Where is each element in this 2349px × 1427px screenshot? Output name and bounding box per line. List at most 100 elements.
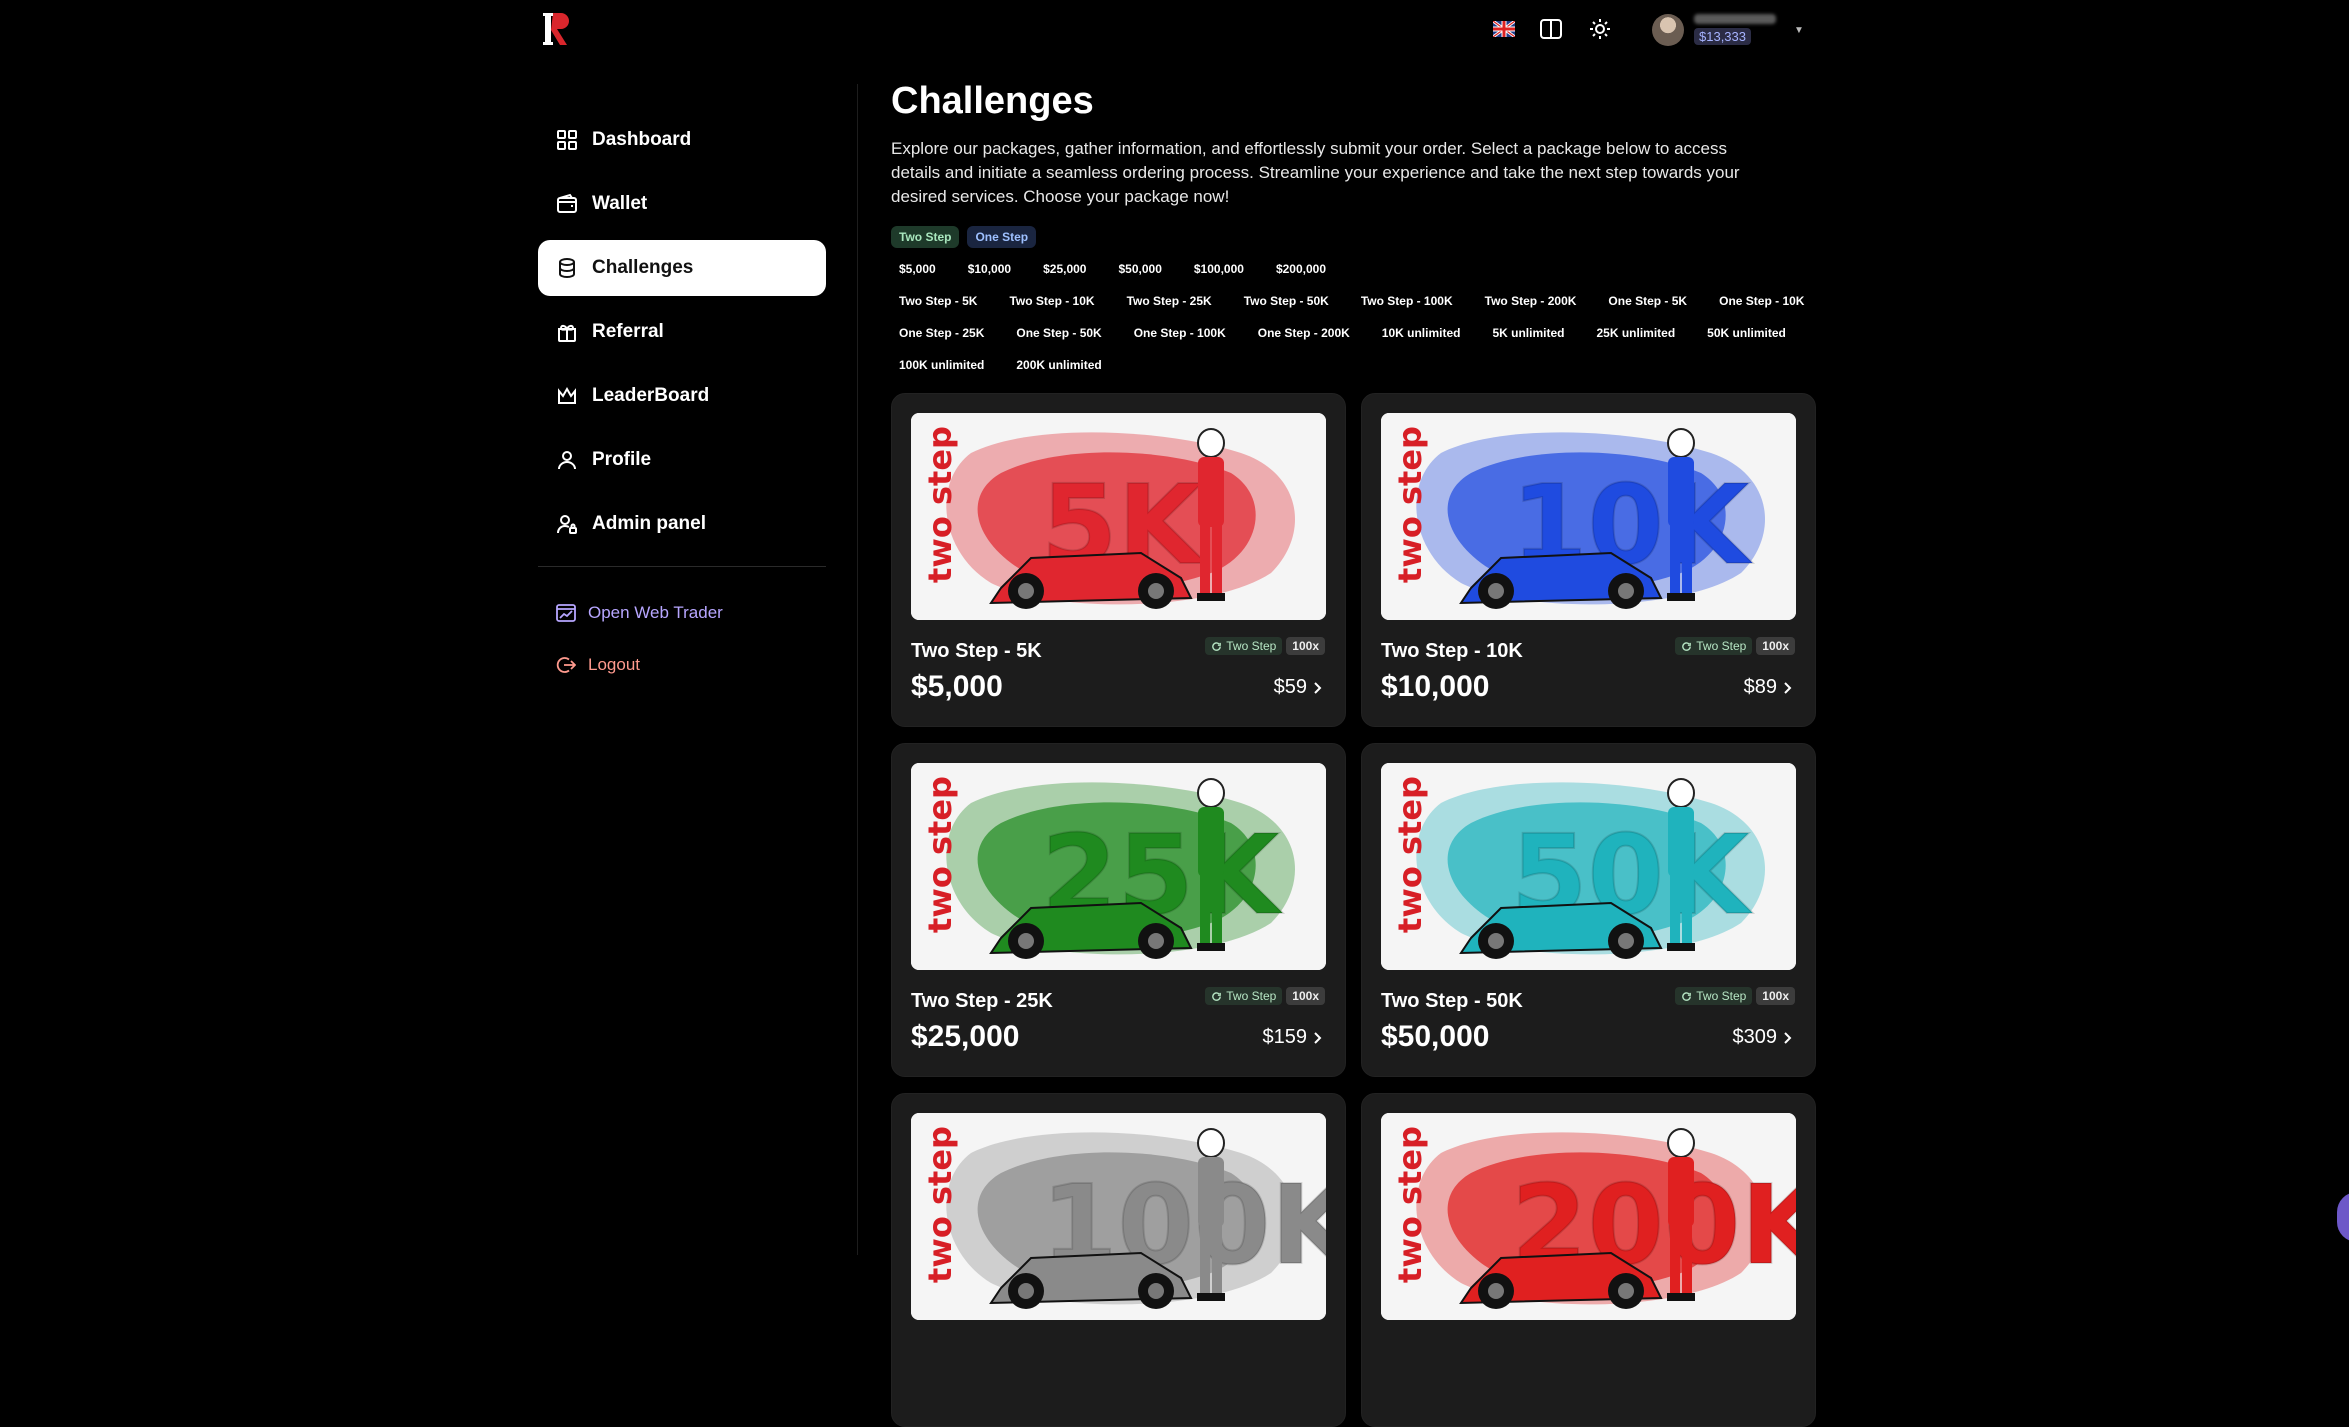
challenge-type-label: Two Step	[1226, 989, 1277, 1003]
chart-window-icon	[556, 604, 576, 622]
sidebar-item-dashboard[interactable]: Dashboard	[538, 112, 826, 168]
challenge-price[interactable]: $59	[1274, 676, 1323, 699]
challenge-badges: Two Step 100x	[1675, 987, 1795, 1005]
filter-chip[interactable]: 100K unlimited	[891, 354, 992, 376]
challenge-type-badge: Two Step	[1675, 987, 1753, 1005]
sidebar-item-challenges[interactable]: Challenges	[538, 240, 826, 296]
sidebar-item-leaderboard[interactable]: LeaderBoard	[538, 368, 826, 424]
refresh-icon	[1212, 991, 1222, 1001]
challenge-card[interactable]: 50K two step Two Step - 50K $50,000 Two …	[1361, 743, 1816, 1077]
challenge-price[interactable]: $309	[1733, 1026, 1794, 1049]
sidebar-toggle-icon[interactable]	[1538, 16, 1564, 42]
art-label-text: two step	[1391, 1126, 1429, 1283]
challenge-card[interactable]: 10K two step Two Step - 10K $10,000 Two …	[1361, 393, 1816, 727]
filter-chip[interactable]: 50K unlimited	[1699, 322, 1794, 344]
chevron-right-icon	[1784, 1031, 1792, 1044]
filter-chip[interactable]: One Step - 200K	[1250, 322, 1358, 344]
page-description: Explore our packages, gather information…	[891, 139, 1740, 206]
challenge-card-image: 50K two step	[1381, 763, 1796, 970]
package-filter-row-1: Two Step - 5K Two Step - 10K Two Step - …	[891, 290, 1812, 312]
challenge-amount: $10,000	[1381, 670, 1490, 703]
sun-icon[interactable]	[1587, 16, 1613, 42]
filter-two-step[interactable]: Two Step	[891, 226, 960, 248]
filter-one-step[interactable]: One Step	[967, 226, 1037, 248]
sidebar-item-label: Referral	[592, 321, 664, 342]
filter-chip[interactable]: One Step - 50K	[1008, 322, 1109, 344]
filter-chip[interactable]: 5K unlimited	[1484, 322, 1572, 344]
filter-chip[interactable]: Two Step - 10K	[1001, 290, 1102, 312]
sidebar: Dashboard Wallet Challenges Referral Lea…	[538, 112, 826, 691]
avatar	[1652, 14, 1684, 46]
filter-chip[interactable]: Two Step - 25K	[1119, 290, 1220, 312]
challenge-price[interactable]: $89	[1744, 676, 1793, 699]
sidebar-item-wallet[interactable]: Wallet	[538, 176, 826, 232]
refresh-icon	[1682, 641, 1692, 651]
sidebar-item-referral[interactable]: Referral	[538, 304, 826, 360]
logout-link[interactable]: Logout	[538, 639, 826, 691]
challenge-price[interactable]: $159	[1263, 1026, 1324, 1049]
challenge-price-value: $89	[1743, 676, 1777, 698]
sidebar-item-label: Profile	[592, 449, 652, 470]
challenge-type-label: Two Step	[1226, 639, 1277, 653]
uk-flag-icon[interactable]	[1491, 16, 1517, 42]
crown-icon	[558, 386, 576, 404]
challenge-card[interactable]: 200K two step	[1361, 1093, 1816, 1427]
sidebar-item-label: Admin panel	[592, 513, 707, 534]
sidebar-item-label: Dashboard	[592, 129, 692, 150]
logout-label: Logout	[588, 655, 640, 674]
sidebar-item-profile[interactable]: Profile	[538, 432, 826, 488]
challenge-type-label: Two Step	[1696, 989, 1747, 1003]
sidebar-item-label: Challenges	[592, 257, 694, 278]
challenge-amount: $25,000	[911, 1020, 1020, 1053]
brand-logo[interactable]	[543, 9, 573, 49]
open-web-trader-link[interactable]: Open Web Trader	[538, 587, 826, 639]
sidebar-divider	[538, 566, 826, 567]
challenge-card[interactable]: 5K two step Two Step - 5K $5,000 Two Ste…	[891, 393, 1346, 727]
refresh-icon	[1682, 991, 1692, 1001]
challenge-amount: $50,000	[1381, 1020, 1490, 1053]
chevron-right-icon	[1784, 681, 1792, 694]
filter-chip[interactable]: $100,000	[1186, 258, 1252, 280]
user-menu[interactable]: $13,333 ▼	[1652, 10, 1804, 50]
filter-chip[interactable]: One Step - 5K	[1600, 290, 1695, 312]
database-icon	[559, 258, 575, 279]
challenge-card[interactable]: 25K two step Two Step - 25K $25,000 Two …	[891, 743, 1346, 1077]
filter-chip[interactable]: 200K unlimited	[1008, 354, 1109, 376]
leverage-badge: 100x	[1286, 987, 1325, 1005]
sidebar-item-label: Wallet	[592, 193, 648, 214]
help-widget[interactable]	[2337, 1192, 2349, 1242]
filter-chip[interactable]: Two Step - 5K	[891, 290, 985, 312]
filter-chip[interactable]: One Step - 25K	[891, 322, 992, 344]
refresh-icon	[1212, 641, 1222, 651]
filter-chip[interactable]: $25,000	[1035, 258, 1094, 280]
filter-chip[interactable]: $5,000	[891, 258, 944, 280]
wallet-icon	[557, 193, 577, 213]
user-lock-icon	[557, 515, 577, 534]
challenge-price-value: $159	[1262, 1026, 1308, 1048]
leverage-badge: 100x	[1286, 637, 1325, 655]
challenge-name: Two Step - 5K	[911, 640, 1042, 662]
challenge-card-image: 200K two step	[1381, 1113, 1796, 1320]
challenge-card[interactable]: 100K two step	[891, 1093, 1346, 1427]
filter-chip[interactable]: $200,000	[1268, 258, 1334, 280]
challenge-type-badge: Two Step	[1675, 637, 1753, 655]
challenge-price-value: $59	[1273, 676, 1307, 698]
filter-chip[interactable]: Two Step - 50K	[1236, 290, 1337, 312]
filter-chip[interactable]: 10K unlimited	[1374, 322, 1469, 344]
sidebar-item-admin-panel[interactable]: Admin panel	[538, 496, 826, 552]
open-web-trader-label: Open Web Trader	[588, 603, 723, 622]
filter-chip[interactable]: $10,000	[960, 258, 1019, 280]
user-name-blurred	[1694, 14, 1776, 24]
chevron-right-icon	[1314, 1031, 1322, 1044]
challenge-name: Two Step - 25K	[911, 990, 1053, 1012]
challenge-card-image: 5K two step	[911, 413, 1326, 620]
art-label-text: two step	[921, 426, 959, 583]
chevron-down-icon: ▼	[1794, 24, 1804, 36]
filter-chip[interactable]: Two Step - 100K	[1353, 290, 1461, 312]
filter-chip[interactable]: One Step - 100K	[1126, 322, 1234, 344]
filter-chip[interactable]: Two Step - 200K	[1477, 290, 1585, 312]
sidebar-border	[857, 84, 858, 1255]
filter-chip[interactable]: 25K unlimited	[1588, 322, 1683, 344]
filter-chip[interactable]: One Step - 10K	[1711, 290, 1812, 312]
filter-chip[interactable]: $50,000	[1110, 258, 1169, 280]
